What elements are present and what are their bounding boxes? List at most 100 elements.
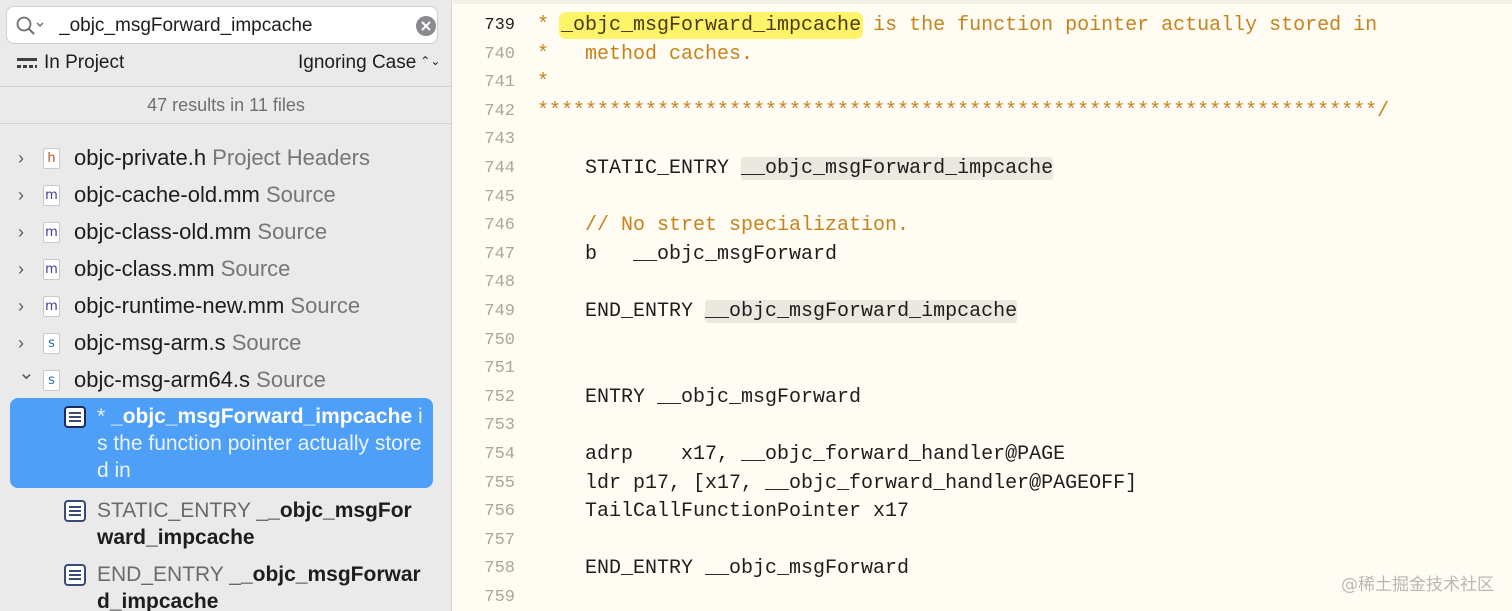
file-group-label: Source	[257, 219, 328, 244]
match-result-row[interactable]: * _objc_msgForward_impcache is the funct…	[10, 398, 433, 488]
code-line[interactable]: END_ENTRY __objc_msgForward	[537, 555, 909, 583]
search-match-highlight: __objc_msgForward_impcache	[741, 157, 1054, 180]
disclosure-collapsed-icon[interactable]: ›	[18, 297, 32, 315]
code-line[interactable]: *	[537, 69, 549, 97]
file-name: objc-msg-arm64.s Source	[74, 367, 326, 393]
line-number: 746	[484, 216, 515, 235]
editor-top-strip	[453, 0, 1512, 4]
line-number: 749	[484, 302, 515, 321]
search-scope-label[interactable]: In Project	[44, 52, 124, 74]
line-number: 753	[484, 416, 515, 435]
scope-icon[interactable]	[16, 56, 38, 74]
disclosure-collapsed-icon[interactable]: ›	[18, 223, 32, 241]
code-line[interactable]: ****************************************…	[537, 98, 1389, 126]
disclosure-collapsed-icon[interactable]: ›	[18, 260, 32, 278]
code-token: TailCallFunctionPointer x17	[537, 500, 910, 523]
file-name-text: objc-class.mm	[74, 256, 215, 281]
code-token: *	[537, 71, 550, 94]
file-result-row[interactable]: › m objc-cache-old.mm Source	[0, 177, 451, 214]
code-line[interactable]: // No stret specialization.	[537, 212, 909, 240]
code-line[interactable]: STATIC_ENTRY __objc_msgForward_impcache	[537, 155, 1054, 183]
line-number: 755	[484, 474, 515, 493]
code-token: STATIC_ENTRY	[537, 157, 742, 180]
code-token: * method caches.	[537, 43, 754, 66]
disclosure-collapsed-icon[interactable]: ›	[18, 149, 32, 167]
case-sensitivity-popup[interactable]: Ignoring Case ⌃⌄	[298, 52, 440, 74]
file-type-icon: h	[43, 148, 60, 169]
match-prefix: *	[97, 405, 112, 428]
line-number: 758	[484, 559, 515, 578]
file-name: objc-class.mm Source	[74, 256, 290, 282]
line-number: 752	[484, 388, 515, 407]
clear-icon	[421, 21, 431, 31]
file-group-label: Source	[220, 256, 291, 281]
file-result-row[interactable]: › m objc-class.mm Source	[0, 251, 451, 288]
code-line[interactable]: b __objc_msgForward	[537, 241, 837, 269]
file-group-label: Source	[231, 330, 302, 355]
watermark: @稀土掘金技术社区	[1341, 575, 1494, 595]
search-match-highlight: _objc_msgForward_impcache	[561, 14, 862, 37]
file-type-icon: m	[43, 185, 60, 206]
file-name-text: objc-private.h	[74, 145, 207, 170]
code-token: ldr p17, [x17, __objc_forward_handler@PA…	[537, 472, 1138, 495]
disclosure-expanded-icon[interactable]: ⌄	[18, 363, 35, 383]
search-field[interactable]	[6, 6, 438, 44]
code-token: adrp x17, __objc_forward_handler@PAGE	[537, 443, 1066, 466]
line-number: 751	[484, 359, 515, 378]
file-type-icon: s	[43, 333, 60, 354]
magnifier-icon[interactable]	[15, 15, 45, 37]
file-name-text: objc-msg-arm64.s	[74, 367, 251, 392]
line-number: 754	[484, 445, 515, 464]
match-text: END_ENTRY __objc_msgForward_impcache	[97, 561, 427, 611]
case-sensitivity-label: Ignoring Case	[298, 52, 417, 73]
code-line[interactable]: * _objc_msgForward_impcache is the funct…	[537, 12, 1377, 40]
match-result-row[interactable]: STATIC_ENTRY __objc_msgForward_impcache	[10, 492, 433, 551]
code-line[interactable]: ldr p17, [x17, __objc_forward_handler@PA…	[537, 470, 1137, 498]
code-token: END_ENTRY	[537, 300, 706, 323]
code-token: END_ENTRY __objc_msgForward	[537, 557, 910, 580]
line-number: 739	[484, 16, 515, 35]
code-line[interactable]: ENTRY __objc_msgForward	[537, 384, 861, 412]
file-type-icon: m	[43, 296, 60, 317]
code-line[interactable]: * method caches.	[537, 41, 753, 69]
line-number: 757	[484, 531, 515, 550]
text-line-icon	[64, 500, 86, 522]
line-number: 740	[484, 45, 515, 64]
source-editor[interactable]: 739 * _objc_msgForward_impcache is the fu…	[453, 0, 1512, 611]
find-navigator: In Project Ignoring Case⌃⌄ 47 results in…	[0, 0, 452, 611]
file-name: objc-cache-old.mm Source	[74, 182, 336, 208]
code-line[interactable]: END_ENTRY __objc_msgForward_impcache	[537, 298, 1018, 326]
file-name-text: objc-class-old.mm	[74, 219, 252, 244]
file-name: objc-private.h Project Headers	[74, 145, 370, 171]
file-group-label: Project Headers	[212, 145, 370, 170]
file-result-row[interactable]: ⌄ s objc-msg-arm64.s Source	[0, 362, 451, 399]
file-type-icon: m	[43, 259, 60, 280]
file-name: objc-runtime-new.mm Source	[74, 293, 360, 319]
match-prefix: END_ENTRY _	[97, 563, 241, 586]
file-group-label: Source	[256, 367, 326, 392]
clear-search-button[interactable]	[416, 16, 436, 36]
disclosure-collapsed-icon[interactable]: ›	[18, 186, 32, 204]
file-result-row[interactable]: › s objc-msg-arm.s Source	[0, 325, 451, 362]
code-token: // No stret specialization.	[537, 214, 910, 237]
file-group-label: Source	[265, 182, 336, 207]
file-name: objc-msg-arm.s Source	[74, 330, 301, 356]
code-token: ****************************************…	[537, 100, 1390, 123]
line-number: 750	[484, 331, 515, 350]
disclosure-collapsed-icon[interactable]: ›	[18, 334, 32, 352]
file-name-text: objc-runtime-new.mm	[74, 293, 285, 318]
file-result-row[interactable]: › h objc-private.h Project Headers	[0, 140, 451, 177]
match-text: STATIC_ENTRY __objc_msgForward_impcache	[97, 497, 427, 551]
file-result-row[interactable]: › m objc-runtime-new.mm Source	[0, 288, 451, 325]
text-line-icon	[64, 406, 86, 428]
text-line-icon	[64, 564, 86, 586]
code-line[interactable]: TailCallFunctionPointer x17	[537, 498, 909, 526]
match-result-row[interactable]: END_ENTRY __objc_msgForward_impcache	[10, 556, 433, 611]
code-token: b __objc_msgForward	[537, 243, 838, 266]
file-result-row[interactable]: › m objc-class-old.mm Source	[0, 214, 451, 251]
file-name-text: objc-msg-arm.s	[74, 330, 226, 355]
code-line[interactable]: adrp x17, __objc_forward_handler@PAGE	[537, 441, 1065, 469]
code-token: ENTRY __objc_msgForward	[537, 386, 862, 409]
search-input[interactable]	[59, 13, 399, 39]
file-type-icon: m	[43, 222, 60, 243]
